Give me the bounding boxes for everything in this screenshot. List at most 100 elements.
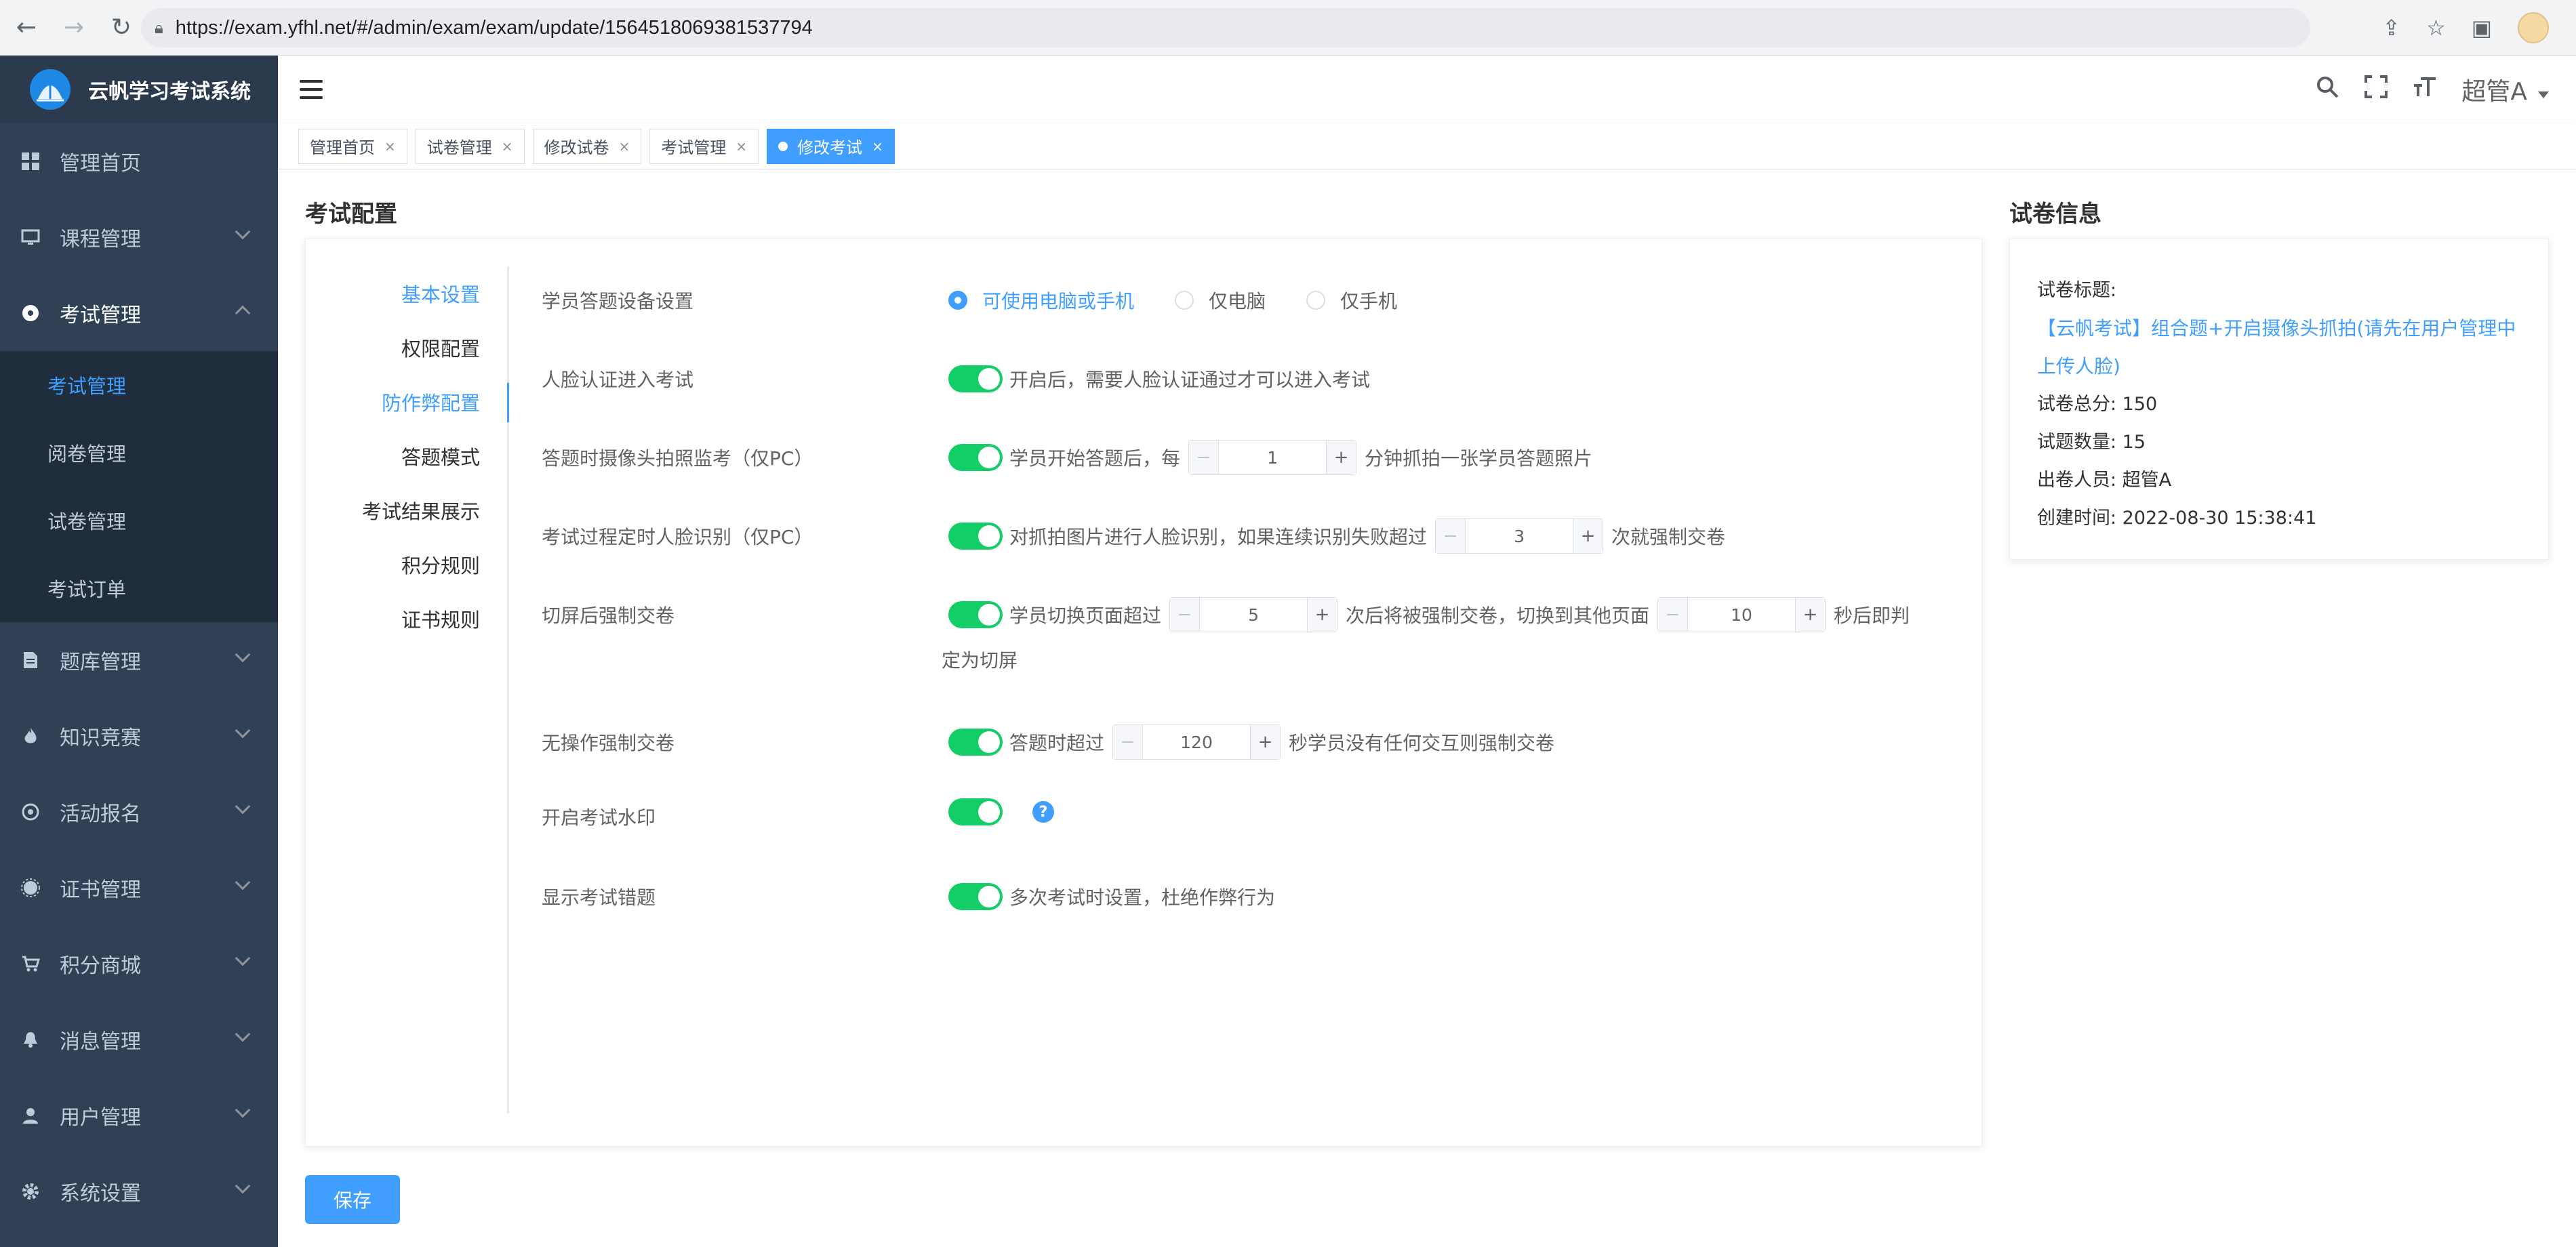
tag-paper-manage[interactable]: 试卷管理 × xyxy=(415,128,525,164)
switch-screen-switch[interactable] xyxy=(948,601,1003,628)
close-icon[interactable]: × xyxy=(384,138,396,155)
plus-icon[interactable]: + xyxy=(1307,598,1337,632)
lock-icon: 🔒︎ xyxy=(155,18,163,37)
minus-icon[interactable]: − xyxy=(1189,441,1220,474)
face-entry-desc: 开启后，需要人脸认证通过才可以进入考试 xyxy=(1009,369,1371,391)
caret-down-icon[interactable] xyxy=(2538,91,2549,98)
compass-icon xyxy=(20,303,41,323)
share-icon[interactable]: ⇪ xyxy=(2382,15,2400,41)
app-title: 云帆学习考试系统 xyxy=(88,80,251,104)
submenu-orders[interactable]: 考试订单 xyxy=(0,554,278,622)
face-entry-switch[interactable] xyxy=(948,365,1003,392)
anchor-answer-mode[interactable]: 答题模式 xyxy=(306,429,507,483)
idle-seconds-value[interactable]: 120 xyxy=(1143,733,1250,752)
tag-exam-manage[interactable]: 考试管理 × xyxy=(649,128,759,164)
label-watermark: 开启考试水印 xyxy=(542,806,656,829)
close-icon[interactable]: × xyxy=(502,138,513,155)
paper-title-link[interactable]: 【云帆考试】组合题+开启摄像头抓拍(请先在用户管理中 上传人脸) xyxy=(2037,310,2521,386)
anchor-certificate-rule[interactable]: 证书规则 xyxy=(306,592,507,646)
camera-interval-value[interactable]: 1 xyxy=(1219,448,1326,468)
main-content: 考试配置 试卷信息 基本设置 权限配置 防作弊配置 答题模式 考试结果展示 积分… xyxy=(278,169,2576,1247)
close-icon[interactable]: × xyxy=(872,138,883,155)
submenu-paper[interactable]: 试卷管理 xyxy=(0,487,278,554)
minus-icon[interactable]: − xyxy=(1436,519,1466,553)
radio-pc-or-mobile[interactable]: 可使用电脑或手机 xyxy=(948,287,1134,314)
user-menu[interactable]: 超管A xyxy=(2461,72,2527,107)
sidebar-item-course[interactable]: 课程管理 xyxy=(0,199,278,275)
face-timed-switch[interactable] xyxy=(948,523,1003,550)
anchor-anti-cheat[interactable]: 防作弊配置 xyxy=(306,375,509,429)
sidebar-item-activity[interactable]: 活动报名 xyxy=(0,774,278,850)
search-icon[interactable] xyxy=(2315,75,2339,105)
sidebar-item-settings[interactable]: 系统设置 xyxy=(0,1153,278,1229)
close-icon[interactable]: × xyxy=(736,138,747,155)
anchor-permission[interactable]: 权限配置 xyxy=(306,321,507,375)
back-icon[interactable]: ← xyxy=(5,7,47,49)
logo[interactable]: 云帆学习考试系统 xyxy=(0,56,278,123)
minus-icon[interactable]: − xyxy=(1658,598,1689,632)
user-icon xyxy=(20,1105,41,1126)
sidebar-item-points-mall[interactable]: 积分商城 xyxy=(0,926,278,1002)
idle-switch[interactable] xyxy=(948,729,1003,756)
tag-edit-exam[interactable]: 修改考试 × xyxy=(767,128,895,164)
bookmark-star-icon[interactable]: ☆ xyxy=(2426,15,2446,41)
camera-interval-stepper[interactable]: − 1 + xyxy=(1188,440,1357,475)
sidebar-item-certificate[interactable]: 证书管理 xyxy=(0,850,278,926)
plus-icon[interactable]: + xyxy=(1326,441,1356,474)
sidepanel-icon[interactable]: ▣ xyxy=(2472,15,2492,41)
sidebar-item-question-bank[interactable]: 题库管理 xyxy=(0,622,278,698)
tag-home[interactable]: 管理首页 × xyxy=(298,128,407,164)
anchor-basic[interactable]: 基本设置 xyxy=(306,266,507,321)
switch-count-value[interactable]: 5 xyxy=(1200,605,1307,625)
reload-icon[interactable]: ↻ xyxy=(100,7,142,49)
wrong-switch[interactable] xyxy=(948,883,1003,910)
radio-label: 仅手机 xyxy=(1340,290,1398,312)
fullscreen-icon[interactable] xyxy=(2364,75,2388,105)
radio-unchecked-icon xyxy=(1306,291,1326,310)
tag-label: 修改试卷 xyxy=(544,138,609,157)
sidebar-item-label: 用户管理 xyxy=(60,1106,141,1130)
radio-mobile-only[interactable]: 仅手机 xyxy=(1306,287,1397,314)
label-face-entry: 人脸认证进入考试 xyxy=(542,369,694,391)
anchor-points-rule[interactable]: 积分规则 xyxy=(306,537,507,592)
label-camera: 答题时摄像头拍照监考（仅PC） xyxy=(542,447,813,470)
face-timed-post-text: 次就强制交卷 xyxy=(1611,526,1726,548)
row-face-entry: 人脸认证进入考试 开启后，需要人脸认证通过才可以进入考试 xyxy=(542,359,1370,399)
watermark-switch[interactable] xyxy=(948,798,1003,825)
minus-icon[interactable]: − xyxy=(1170,598,1201,632)
close-icon[interactable]: × xyxy=(619,138,630,155)
submenu-exam-manage[interactable]: 考试管理 xyxy=(0,351,278,419)
radio-pc-only[interactable]: 仅电脑 xyxy=(1175,287,1266,314)
chevron-down-icon xyxy=(235,224,251,240)
help-icon[interactable]: ? xyxy=(1032,801,1054,823)
plus-icon[interactable]: + xyxy=(1573,519,1603,553)
tag-edit-paper[interactable]: 修改试卷 × xyxy=(532,128,642,164)
sidebar-item-home[interactable]: 管理首页 xyxy=(0,123,278,199)
row-camera: 答题时摄像头拍照监考（仅PC） 学员开始答题后，每 − 1 + 分钟抓拍一张学员… xyxy=(542,437,1592,478)
face-fail-value[interactable]: 3 xyxy=(1466,527,1573,546)
anchor-result-display[interactable]: 考试结果展示 xyxy=(306,483,507,537)
font-size-icon[interactable] xyxy=(2413,75,2437,105)
switch-count-stepper[interactable]: − 5 + xyxy=(1169,597,1338,632)
menu-toggle-icon[interactable] xyxy=(300,80,323,99)
sidebar-item-users[interactable]: 用户管理 xyxy=(0,1078,278,1153)
plus-icon[interactable]: + xyxy=(1250,725,1281,759)
sidebar-item-exam[interactable]: 考试管理 xyxy=(0,275,278,351)
face-fail-stepper[interactable]: − 3 + xyxy=(1435,518,1604,554)
switch-seconds-stepper[interactable]: − 10 + xyxy=(1657,597,1826,632)
tags-view: 管理首页 × 试卷管理 × 修改试卷 × 考试管理 × 修改考试 × xyxy=(278,123,2576,169)
minus-icon[interactable]: − xyxy=(1113,725,1144,759)
submenu-grading[interactable]: 阅卷管理 xyxy=(0,419,278,487)
save-button[interactable]: 保存 xyxy=(305,1175,400,1224)
switch-seconds-value[interactable]: 10 xyxy=(1688,605,1795,625)
sidebar-item-messages[interactable]: 消息管理 xyxy=(0,1002,278,1078)
camera-switch[interactable] xyxy=(948,444,1003,471)
forward-icon[interactable]: → xyxy=(53,7,95,49)
idle-seconds-stepper[interactable]: − 120 + xyxy=(1112,724,1281,760)
address-bar[interactable]: 🔒︎ https://exam.yfhl.net/#/admin/exam/ex… xyxy=(141,8,2310,47)
sidebar-item-contest[interactable]: 知识竞赛 xyxy=(0,698,278,774)
chevron-down-icon xyxy=(235,1102,251,1118)
row-face-timed: 考试过程定时人脸识别（仅PC） 对抓拍图片进行人脸识别，如果连续识别失败超过 −… xyxy=(542,516,1725,556)
plus-icon[interactable]: + xyxy=(1795,598,1826,632)
profile-avatar[interactable] xyxy=(2518,12,2549,43)
